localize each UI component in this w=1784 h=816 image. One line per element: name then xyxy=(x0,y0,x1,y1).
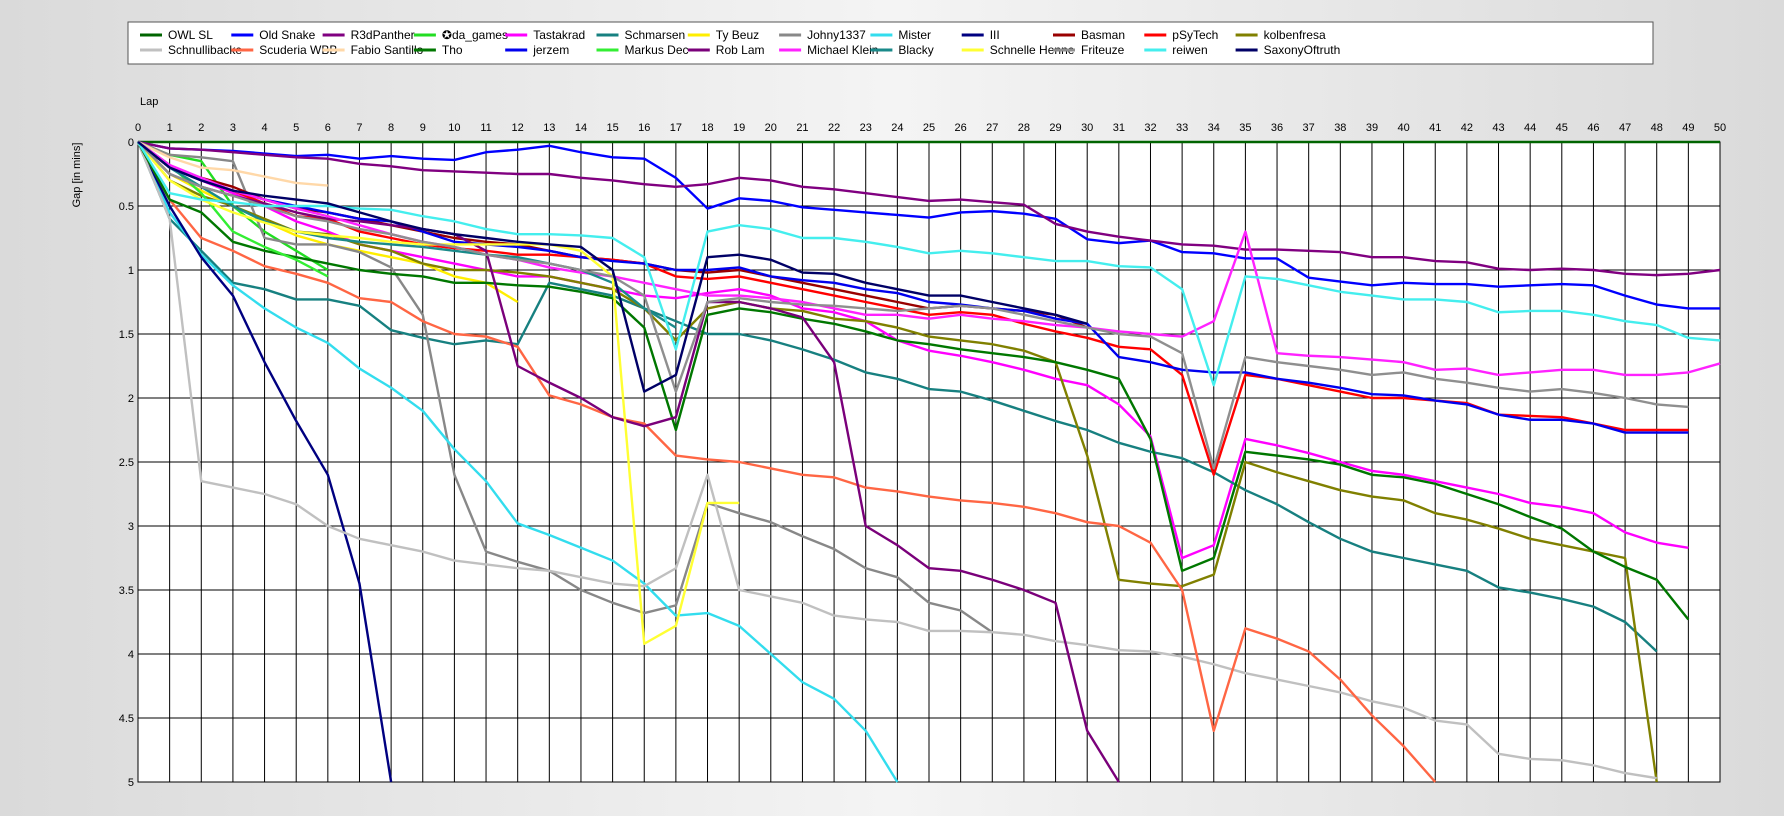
legend-label: Michael Klein xyxy=(807,43,878,57)
x-tick-label: 40 xyxy=(1397,122,1409,134)
legend-label: Ty Beuz xyxy=(716,28,759,42)
x-tick-label: 47 xyxy=(1619,122,1631,134)
x-tick-label: 5 xyxy=(293,122,299,134)
legend-label: Tho xyxy=(442,43,463,57)
x-tick-label: 35 xyxy=(1239,122,1251,134)
x-tick-label: 28 xyxy=(1018,122,1030,134)
x-tick-label: 18 xyxy=(701,122,713,134)
legend-label: Friteuze xyxy=(1081,43,1125,57)
x-tick-label: 26 xyxy=(955,122,967,134)
x-tick-label: 22 xyxy=(828,122,840,134)
y-tick-label: 1 xyxy=(128,265,134,277)
x-tick-label: 15 xyxy=(606,122,618,134)
x-tick-label: 7 xyxy=(356,122,362,134)
y-tick-label: 5 xyxy=(128,777,134,789)
legend-label: jerzem xyxy=(532,43,569,57)
x-tick-label: 6 xyxy=(325,122,331,134)
legend-label: Johny1337 xyxy=(807,28,866,42)
y-tick-label: 2 xyxy=(128,393,134,405)
x-tick-label: 13 xyxy=(543,122,555,134)
x-tick-label: 37 xyxy=(1303,122,1315,134)
y-tick-label: 0.5 xyxy=(119,201,134,213)
x-tick-label: 34 xyxy=(1208,122,1220,134)
gap-chart: OWL SL Old Snake R3dPanther ✪da_games Tastak… xyxy=(71,21,1726,789)
y-tick-label: 4.5 xyxy=(119,713,134,725)
x-tick-label: 23 xyxy=(860,122,872,134)
x-tick-label: 1 xyxy=(167,122,173,134)
legend-label: SaxonyOftruth xyxy=(1264,43,1341,57)
x-tick-label: 32 xyxy=(1144,122,1156,134)
x-tick-label: 8 xyxy=(388,122,394,134)
x-tick-label: 2 xyxy=(198,122,204,134)
y-axis-label: Gap [in mins] xyxy=(71,143,83,208)
chart-legend: OWL SL Old Snake R3dPanther ✪da_games Tastak… xyxy=(127,21,1654,65)
legend-label: OWL SL xyxy=(168,28,213,42)
x-tick-label: 30 xyxy=(1081,122,1093,134)
x-tick-label: 17 xyxy=(670,122,682,134)
x-tick-label: 4 xyxy=(261,122,267,134)
legend-label: Rob Lam xyxy=(716,43,765,57)
x-tick-label: 16 xyxy=(638,122,650,134)
legend-label: pSyTech xyxy=(1172,28,1218,42)
x-tick-label: 0 xyxy=(135,122,141,134)
x-tick-label: 9 xyxy=(420,122,426,134)
x-tick-label: 50 xyxy=(1714,122,1726,134)
x-tick-label: 14 xyxy=(575,122,587,134)
y-axis-ticks: 0 0.5 1 1.5 2 2.5 3 3.5 4 4.5 5 xyxy=(119,137,134,789)
x-tick-label: 49 xyxy=(1682,122,1694,134)
x-axis-ticks: 0 1 2 3 4 5 6 7 8 9 10 11 12 13 14 15 16 17 18 19 20 21 22 23 24… xyxy=(135,122,1726,134)
legend-label: Old Snake xyxy=(259,28,315,42)
legend-label: kolbenfresa xyxy=(1264,28,1326,42)
x-tick-label: 46 xyxy=(1587,122,1599,134)
y-tick-label: 3 xyxy=(128,521,134,533)
x-tick-label: 36 xyxy=(1271,122,1283,134)
legend-label: Blacky xyxy=(898,43,933,57)
x-tick-label: 25 xyxy=(923,122,935,134)
x-tick-label: 20 xyxy=(765,122,777,134)
y-tick-label: 3.5 xyxy=(119,585,134,597)
legend-label: ✪da_games xyxy=(442,28,508,42)
legend-label: reiwen xyxy=(1172,43,1207,57)
x-tick-label: 12 xyxy=(512,122,524,134)
legend-label: Schmarsen xyxy=(625,28,686,42)
x-tick-label: 21 xyxy=(796,122,808,134)
x-tick-label: 31 xyxy=(1113,122,1125,134)
x-tick-label: 19 xyxy=(733,122,745,134)
x-tick-label: 24 xyxy=(891,122,903,134)
legend-label: Mister xyxy=(898,28,931,42)
x-tick-label: 3 xyxy=(230,122,236,134)
x-tick-label: 29 xyxy=(1049,122,1061,134)
x-tick-label: 10 xyxy=(448,122,460,134)
legend-label: R3dPanther xyxy=(351,28,415,42)
x-tick-label: 48 xyxy=(1651,122,1663,134)
legend-label: III xyxy=(990,28,1000,42)
legend-label: Schnullibacke xyxy=(168,43,242,57)
y-tick-label: 4 xyxy=(128,649,134,661)
x-axis-label: Lap xyxy=(140,96,158,108)
legend-label: Markus Dec xyxy=(625,43,689,57)
x-tick-label: 38 xyxy=(1334,122,1346,134)
x-tick-label: 42 xyxy=(1461,122,1473,134)
x-tick-label: 39 xyxy=(1366,122,1378,134)
y-tick-label: 2.5 xyxy=(119,457,134,469)
legend-label: Basman xyxy=(1081,28,1125,42)
x-tick-label: 33 xyxy=(1176,122,1188,134)
x-tick-label: 45 xyxy=(1556,122,1568,134)
x-tick-label: 44 xyxy=(1524,122,1536,134)
legend-label: Tastakrad xyxy=(533,28,585,42)
x-tick-label: 43 xyxy=(1492,122,1504,134)
x-tick-label: 11 xyxy=(480,122,491,134)
x-tick-label: 27 xyxy=(986,122,998,134)
x-tick-label: 41 xyxy=(1429,122,1441,134)
y-tick-label: 1.5 xyxy=(119,329,134,341)
legend-label: Fabio Santillo xyxy=(351,43,424,57)
y-tick-label: 0 xyxy=(128,137,134,149)
